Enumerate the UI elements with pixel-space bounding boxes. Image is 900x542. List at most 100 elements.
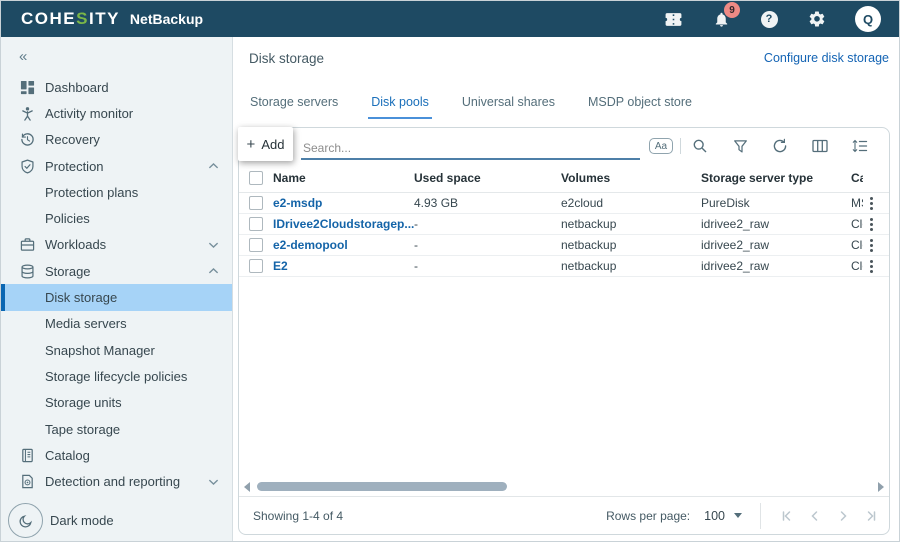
row-checkbox[interactable] bbox=[249, 196, 263, 210]
scroll-right-arrow-icon[interactable] bbox=[878, 482, 884, 492]
next-page-icon[interactable] bbox=[829, 502, 857, 530]
row-density-icon[interactable] bbox=[845, 133, 875, 159]
dark-mode-moon-icon bbox=[8, 503, 43, 538]
rows-per-page-value: 100 bbox=[704, 509, 725, 523]
column-header-volumes[interactable]: Volumes bbox=[561, 171, 701, 185]
scrollbar-thumb[interactable] bbox=[257, 482, 507, 491]
logo-text-end: ITY bbox=[89, 9, 120, 28]
previous-page-icon[interactable] bbox=[801, 502, 829, 530]
row-checkbox[interactable] bbox=[249, 238, 263, 252]
license-ticket-icon[interactable] bbox=[663, 9, 683, 29]
row-actions-kebab-icon[interactable] bbox=[863, 218, 879, 231]
sidebar-collapse-icon[interactable]: « bbox=[1, 37, 41, 74]
help-icon[interactable]: ? bbox=[759, 9, 779, 29]
sidebar-item-detection-and-reporting[interactable]: Detection and reporting bbox=[1, 468, 232, 494]
category-cell: Clou bbox=[851, 259, 863, 273]
sidebar-item-label: Storage lifecycle policies bbox=[45, 369, 187, 384]
sidebar-item-workloads[interactable]: Workloads bbox=[1, 232, 232, 258]
sidebar-item-label: Tape storage bbox=[45, 422, 120, 437]
pool-name-link[interactable]: E2 bbox=[273, 259, 414, 273]
table-row[interactable]: e2-msdp 4.93 GB e2cloud PureDisk MSD bbox=[239, 193, 889, 214]
dark-mode-toggle[interactable]: Dark mode bbox=[8, 503, 114, 538]
sidebar-item-label: Recovery bbox=[45, 132, 100, 147]
sidebar-item-label: Media servers bbox=[45, 316, 127, 331]
pool-name-link[interactable]: e2-msdp bbox=[273, 196, 414, 210]
used-space-cell: - bbox=[414, 217, 561, 231]
sidebar-item-label: Workloads bbox=[45, 237, 106, 252]
category-cell: Clou bbox=[851, 217, 863, 231]
filter-icon[interactable] bbox=[725, 133, 755, 159]
tab-bar: Storage servers Disk pools Universal sha… bbox=[247, 95, 899, 119]
scroll-left-arrow-icon[interactable] bbox=[244, 482, 250, 492]
sidebar-item-storage[interactable]: Storage bbox=[1, 258, 232, 284]
tab-storage-servers[interactable]: Storage servers bbox=[247, 95, 341, 119]
sidebar-item-label: Snapshot Manager bbox=[45, 343, 155, 358]
catalog-book-icon bbox=[19, 447, 36, 464]
tab-disk-pools[interactable]: Disk pools bbox=[368, 95, 432, 119]
search-input[interactable] bbox=[301, 138, 640, 158]
sidebar-item-tape-storage[interactable]: Tape storage bbox=[1, 416, 232, 442]
sidebar-item-protection-plans[interactable]: Protection plans bbox=[1, 179, 232, 205]
chevron-down-icon bbox=[208, 241, 219, 249]
sidebar-item-storage-units[interactable]: Storage units bbox=[1, 390, 232, 416]
sidebar-item-catalog[interactable]: Catalog bbox=[1, 442, 232, 468]
add-button[interactable]: + Add bbox=[238, 127, 293, 161]
table-header-row: Name Used space Volumes Storage server t… bbox=[239, 164, 889, 193]
first-page-icon[interactable] bbox=[773, 502, 801, 530]
sidebar-item-media-servers[interactable]: Media servers bbox=[1, 311, 232, 337]
disk-pools-table-card: + Add Aa bbox=[238, 127, 890, 535]
tab-universal-shares[interactable]: Universal shares bbox=[459, 95, 558, 119]
chevron-up-icon bbox=[208, 162, 219, 170]
sidebar-item-protection[interactable]: Protection bbox=[1, 153, 232, 179]
column-header-storage-server-type[interactable]: Storage server type bbox=[701, 171, 851, 185]
row-checkbox[interactable] bbox=[249, 259, 263, 273]
row-checkbox[interactable] bbox=[249, 217, 263, 231]
rows-per-page-select[interactable]: 100 bbox=[704, 509, 742, 523]
detection-report-icon bbox=[19, 473, 36, 490]
sidebar-item-activity-monitor[interactable]: Activity monitor bbox=[1, 100, 232, 126]
volumes-cell: netbackup bbox=[561, 238, 701, 252]
sidebar-item-storage-lifecycle-policies[interactable]: Storage lifecycle policies bbox=[1, 363, 232, 389]
chevron-down-icon bbox=[208, 478, 219, 486]
column-header-used-space[interactable]: Used space bbox=[414, 171, 561, 185]
table-toolbar: Aa bbox=[239, 128, 889, 164]
netbackup-app: COHESITY NetBackup 9 ? Q « bbox=[0, 0, 900, 542]
tab-msdp-object-store[interactable]: MSDP object store bbox=[585, 95, 695, 119]
pool-name-link[interactable]: e2-demopool bbox=[273, 238, 414, 252]
sidebar-item-dashboard[interactable]: Dashboard bbox=[1, 74, 232, 100]
table-row[interactable]: IDrivee2Cloudstoragep... - netbackup idr… bbox=[239, 214, 889, 235]
main-content: Disk storage Configure disk storage Stor… bbox=[233, 37, 899, 541]
table-row[interactable]: e2-demopool - netbackup idrivee2_raw Clo… bbox=[239, 235, 889, 256]
sidebar-item-snapshot-manager[interactable]: Snapshot Manager bbox=[1, 337, 232, 363]
sidebar-item-recovery[interactable]: Recovery bbox=[1, 127, 232, 153]
logo-green-s: S bbox=[76, 9, 89, 28]
row-actions-kebab-icon[interactable] bbox=[863, 239, 879, 252]
settings-gear-icon[interactable] bbox=[807, 9, 827, 29]
select-all-checkbox[interactable] bbox=[249, 171, 263, 185]
activity-monitor-icon bbox=[19, 105, 36, 122]
sidebar-item-label: Catalog bbox=[45, 448, 90, 463]
column-header-name[interactable]: Name bbox=[273, 171, 414, 185]
sidebar-item-label: Disk storage bbox=[45, 290, 117, 305]
search-field bbox=[301, 133, 640, 160]
refresh-icon[interactable] bbox=[765, 133, 795, 159]
table-body: e2-msdp 4.93 GB e2cloud PureDisk MSD IDr… bbox=[239, 193, 889, 277]
last-page-icon[interactable] bbox=[857, 502, 885, 530]
row-actions-kebab-icon[interactable] bbox=[863, 260, 879, 273]
row-actions-kebab-icon[interactable] bbox=[863, 197, 879, 210]
notifications-bell-icon[interactable]: 9 bbox=[711, 9, 731, 29]
dashboard-icon bbox=[19, 79, 36, 96]
configure-disk-storage-link[interactable]: Configure disk storage bbox=[764, 51, 889, 65]
sidebar-item-label: Dashboard bbox=[45, 80, 109, 95]
storage-database-icon bbox=[19, 263, 36, 280]
pool-name-link[interactable]: IDrivee2Cloudstoragep... bbox=[273, 217, 414, 231]
column-header-category[interactable]: Categ bbox=[851, 171, 863, 185]
match-case-icon[interactable]: Aa bbox=[646, 133, 676, 159]
user-avatar[interactable]: Q bbox=[855, 6, 881, 32]
sidebar-item-policies[interactable]: Policies bbox=[1, 205, 232, 231]
sidebar-nav: Dashboard Activity monitor Recovery Prot… bbox=[1, 74, 232, 495]
table-row[interactable]: E2 - netbackup idrivee2_raw Clou bbox=[239, 256, 889, 277]
search-icon[interactable] bbox=[685, 133, 715, 159]
columns-icon[interactable] bbox=[805, 133, 835, 159]
sidebar-item-disk-storage[interactable]: Disk storage bbox=[1, 284, 232, 310]
